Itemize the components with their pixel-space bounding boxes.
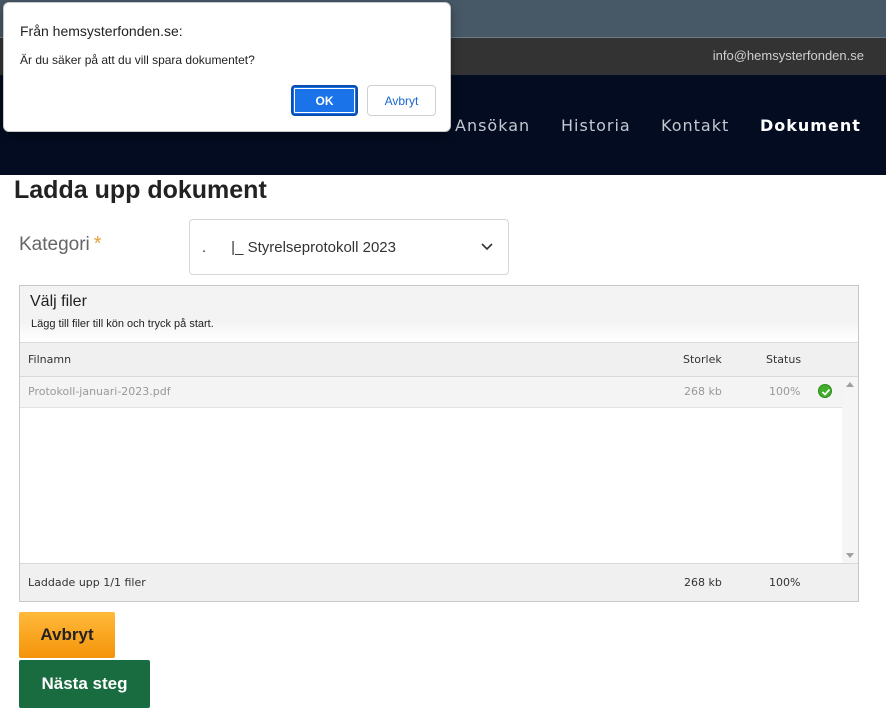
file-status: 100% — [769, 385, 801, 398]
contact-email-link[interactable]: info@hemsysterfonden.se — [713, 48, 864, 63]
uploader-header: Välj filer Lägg till filer till kön och … — [20, 286, 858, 343]
nav-item-dokument[interactable]: Dokument — [760, 116, 861, 135]
nav-item-ansokan[interactable]: Ansökan — [455, 116, 530, 135]
upload-summary: Laddade upp 1/1 filer — [28, 576, 146, 589]
category-label: Kategori * — [19, 233, 102, 256]
file-name: Protokoll-januari-2023.pdf — [28, 385, 171, 398]
dialog-title: Från hemsysterfonden.se: — [20, 23, 183, 39]
scroll-up-icon[interactable] — [846, 382, 854, 387]
nav-item-historia[interactable]: Historia — [561, 116, 631, 135]
uploader-title: Välj filer — [30, 293, 87, 310]
page-title: Ladda upp dokument — [14, 176, 267, 204]
next-step-button[interactable]: Nästa steg — [19, 660, 150, 708]
uploader-subtitle: Lägg till filer till kön och tryck på st… — [31, 318, 214, 330]
upload-total-size: 268 kb — [684, 576, 722, 589]
dialog-cancel-button[interactable]: Avbryt — [367, 85, 436, 116]
confirm-dialog: Från hemsysterfonden.se: Är du säker på … — [3, 2, 451, 132]
file-size: 268 kb — [684, 385, 722, 398]
page: info@hemsysterfonden.se Ansökan Historia… — [0, 0, 886, 713]
uploader-column-headers: Filnamn Storlek Status — [20, 343, 858, 377]
dialog-message: Är du säker på att du vill spara dokumen… — [20, 53, 255, 67]
scroll-down-icon[interactable] — [846, 553, 854, 558]
file-list: Protokoll-januari-2023.pdf 268 kb 100% — [20, 377, 842, 563]
cancel-button[interactable]: Avbryt — [19, 612, 115, 658]
upload-total-status: 100% — [769, 576, 801, 589]
check-circle-icon — [818, 384, 832, 398]
file-row[interactable]: Protokoll-januari-2023.pdf 268 kb 100% — [20, 377, 842, 408]
dialog-ok-button[interactable]: OK — [291, 85, 358, 116]
column-header-status: Status — [766, 353, 802, 366]
column-header-size: Storlek — [683, 353, 722, 366]
required-marker: * — [93, 233, 102, 255]
category-label-text: Kategori — [19, 234, 90, 255]
column-header-filename: Filnamn — [28, 353, 72, 366]
uploader-footer: Laddade upp 1/1 filer 268 kb 100% — [20, 563, 858, 601]
file-uploader: Välj filer Lägg till filer till kön och … — [19, 285, 859, 602]
file-list-scrollbar[interactable] — [842, 377, 858, 563]
chevron-down-icon — [481, 243, 493, 251]
category-select[interactable]: . |_ Styrelseprotokoll 2023 — [189, 219, 509, 275]
nav-item-kontakt[interactable]: Kontakt — [661, 116, 729, 135]
category-select-value: . |_ Styrelseprotokoll 2023 — [202, 239, 396, 256]
